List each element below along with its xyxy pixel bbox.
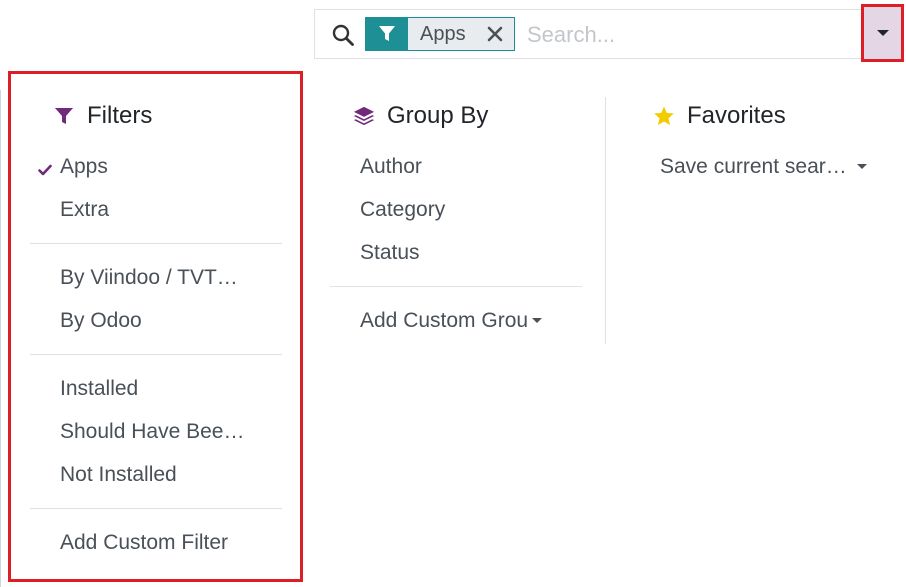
search-panel-toggle-button[interactable] <box>861 4 904 62</box>
divider <box>30 243 282 244</box>
add-custom-group-dropdown[interactable]: Add Custom Grou <box>330 299 582 342</box>
filter-option-label: By Odoo <box>60 308 142 332</box>
add-custom-filter-label: Add Custom Filter <box>60 530 229 554</box>
caret-down-icon <box>532 318 543 323</box>
caret-down-icon <box>876 30 889 36</box>
filter-icon <box>53 105 75 127</box>
filter-option-label: By Viindoo / TVT… <box>60 265 238 289</box>
filter-option-label: Extra <box>60 197 110 221</box>
group-by-column: Group By Author Category Status Add Cust… <box>330 95 582 342</box>
checkmark-icon <box>38 159 52 176</box>
filters-column: Filters Apps Extra By Viindoo / TVT… By … <box>30 95 282 564</box>
filter-option-label: Apps <box>60 154 108 178</box>
save-current-search-label: Save current sear… <box>660 154 847 178</box>
filter-option-by-odoo[interactable]: By Odoo <box>30 299 282 342</box>
group-by-title: Group By <box>387 102 489 129</box>
search-icon[interactable] <box>331 23 355 47</box>
filter-option-installed[interactable]: Installed <box>30 367 282 410</box>
group-by-header: Group By <box>330 95 582 137</box>
facet-label: Apps <box>408 18 476 50</box>
group-by-option-label: Category <box>360 197 446 221</box>
column-separator <box>605 97 606 344</box>
layers-icon <box>353 105 375 127</box>
search-input[interactable] <box>525 18 849 52</box>
filter-icon <box>366 18 408 50</box>
group-by-option-category[interactable]: Category <box>330 188 582 231</box>
favorites-column: Favorites Save current sear… <box>630 95 890 188</box>
close-icon[interactable] <box>476 18 514 50</box>
filters-title: Filters <box>87 102 153 129</box>
filter-option-label: Not Installed <box>60 462 177 486</box>
group-by-option-author[interactable]: Author <box>330 145 582 188</box>
filter-option-by-viindoo[interactable]: By Viindoo / TVT… <box>30 256 282 299</box>
save-current-search-dropdown[interactable]: Save current sear… <box>630 145 890 188</box>
group-by-option-label: Author <box>360 154 422 178</box>
search-facet: Apps <box>365 17 515 51</box>
divider <box>30 354 282 355</box>
filters-header: Filters <box>30 95 282 137</box>
panel-border <box>0 90 1 587</box>
filter-option-extra[interactable]: Extra <box>30 188 282 231</box>
divider <box>330 286 582 287</box>
group-by-option-status[interactable]: Status <box>330 231 582 274</box>
filter-option-should-have-been-installed[interactable]: Should Have Bee… <box>30 410 282 453</box>
star-icon <box>653 105 675 127</box>
add-custom-filter-button[interactable]: Add Custom Filter <box>30 521 282 564</box>
filter-option-label: Installed <box>60 376 139 400</box>
filter-option-label: Should Have Bee… <box>60 419 245 443</box>
add-custom-group-label: Add Custom Grou <box>360 308 529 332</box>
caret-down-icon <box>856 164 867 169</box>
search-bar: Apps <box>314 9 904 59</box>
favorites-header: Favorites <box>630 95 890 137</box>
group-by-option-label: Status <box>360 240 420 264</box>
filter-option-not-installed[interactable]: Not Installed <box>30 453 282 496</box>
filter-option-apps[interactable]: Apps <box>30 145 282 188</box>
favorites-title: Favorites <box>687 102 786 129</box>
divider <box>30 508 282 509</box>
